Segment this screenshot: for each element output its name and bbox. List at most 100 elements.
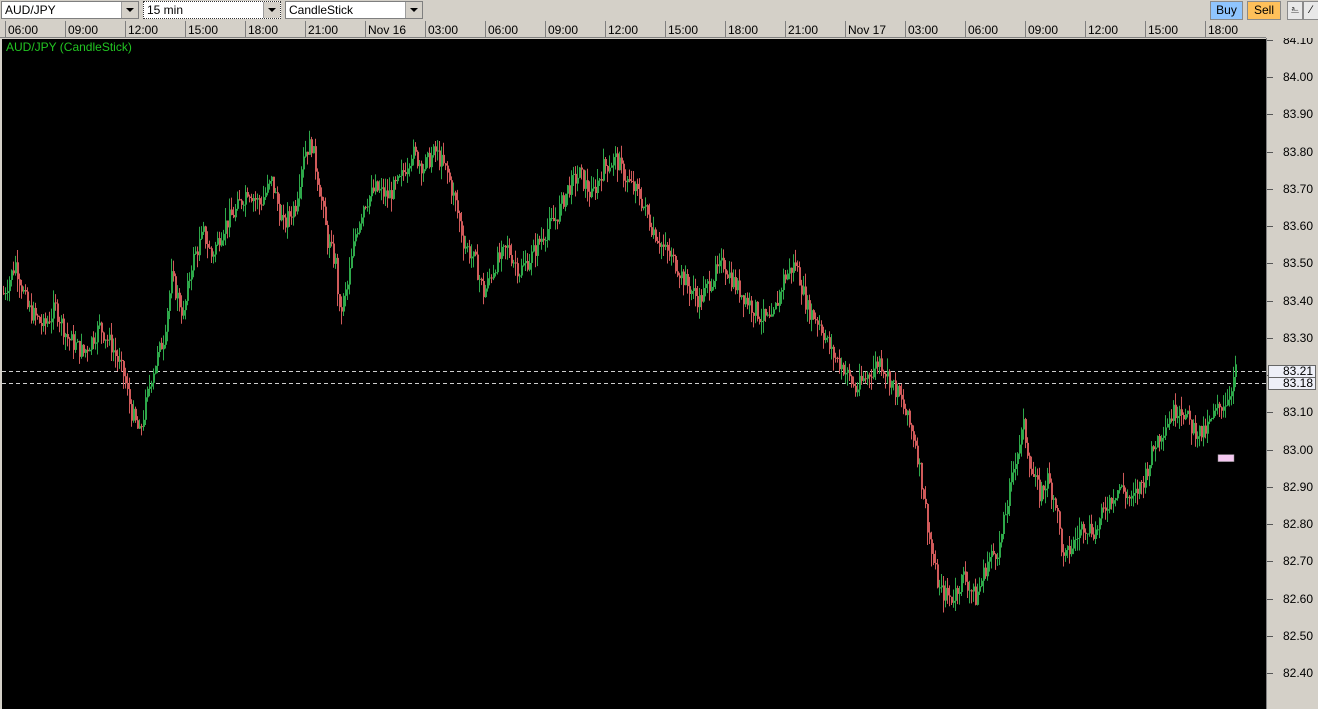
candle-body bbox=[999, 542, 1001, 558]
candle-body bbox=[1017, 453, 1019, 465]
candle-body bbox=[479, 278, 481, 280]
candle-body bbox=[659, 243, 661, 247]
candle-body bbox=[937, 564, 939, 588]
time-tick bbox=[965, 21, 966, 37]
buy-button[interactable]: Buy bbox=[1210, 1, 1243, 20]
candle-body bbox=[1231, 391, 1233, 397]
candle-body bbox=[625, 180, 627, 183]
candle-body bbox=[413, 146, 415, 159]
indicator-icon[interactable]: ⎁ bbox=[1287, 1, 1303, 20]
candle-body bbox=[933, 553, 935, 564]
candle-body bbox=[407, 168, 409, 175]
candle-body bbox=[707, 281, 709, 284]
candle-body bbox=[259, 198, 261, 205]
candle-body bbox=[987, 561, 989, 577]
candle-body bbox=[679, 275, 681, 279]
chevron-down-icon[interactable] bbox=[263, 2, 280, 18]
candle-body bbox=[343, 295, 345, 312]
chevron-down-icon[interactable] bbox=[121, 2, 138, 18]
candle-body bbox=[1215, 408, 1217, 411]
symbol-select[interactable]: AUD/JPY bbox=[1, 1, 139, 19]
candle-body bbox=[483, 280, 485, 298]
candle-body bbox=[131, 404, 133, 421]
candle-body bbox=[797, 266, 799, 268]
candle-body bbox=[161, 342, 163, 350]
candle-body bbox=[555, 219, 557, 222]
candle-body bbox=[271, 176, 273, 181]
candle-body bbox=[237, 199, 239, 209]
candle-body bbox=[837, 357, 839, 359]
candle-body bbox=[19, 279, 21, 286]
candle-body bbox=[855, 385, 857, 393]
chevron-down-icon[interactable] bbox=[405, 2, 422, 18]
candle-body bbox=[821, 324, 823, 334]
candle-body bbox=[1123, 485, 1125, 492]
time-tick bbox=[545, 21, 546, 37]
candle-body bbox=[559, 203, 561, 222]
candle-body bbox=[409, 165, 411, 169]
candle-body bbox=[593, 186, 595, 189]
candle-body bbox=[1207, 421, 1209, 434]
candle-body bbox=[185, 300, 187, 311]
candle-body bbox=[215, 244, 217, 255]
candle-body bbox=[527, 261, 529, 270]
candle-body bbox=[61, 318, 63, 324]
candle-body bbox=[445, 163, 447, 166]
candle-body bbox=[975, 586, 977, 605]
candle-body bbox=[359, 223, 361, 233]
candle-body bbox=[949, 595, 951, 597]
candle-body bbox=[979, 586, 981, 592]
candle-body bbox=[731, 272, 733, 288]
candle-body bbox=[263, 197, 265, 205]
candle-body bbox=[515, 262, 517, 264]
candle-body bbox=[535, 245, 537, 256]
price-tick bbox=[1267, 449, 1273, 451]
candle-body bbox=[1009, 482, 1011, 506]
candle-body bbox=[513, 262, 515, 264]
candle-body bbox=[985, 567, 987, 577]
candle-body bbox=[1087, 533, 1089, 535]
candle-body bbox=[667, 244, 669, 251]
candle-body bbox=[497, 252, 499, 273]
candle-body bbox=[337, 257, 339, 295]
candle-body bbox=[1043, 485, 1045, 491]
candle-body bbox=[701, 295, 703, 302]
draw-line-icon[interactable]: ∕ bbox=[1303, 1, 1318, 20]
candle-body bbox=[349, 268, 351, 285]
candle-body bbox=[1161, 437, 1163, 442]
candle-body bbox=[635, 183, 637, 192]
candle-body bbox=[491, 277, 493, 279]
candle-body bbox=[1173, 404, 1175, 421]
candle-body bbox=[1063, 552, 1065, 556]
candle-body bbox=[545, 240, 547, 242]
time-tick-label: 12:00 bbox=[1088, 23, 1119, 37]
sell-button[interactable]: Sell bbox=[1247, 1, 1281, 20]
candle-body bbox=[1041, 485, 1043, 502]
candle-body bbox=[217, 238, 219, 245]
candle-body bbox=[333, 243, 335, 264]
candle-body bbox=[745, 297, 747, 305]
candle-body bbox=[529, 262, 531, 270]
candle-body bbox=[503, 245, 505, 247]
candle-body bbox=[687, 273, 689, 287]
candle-body bbox=[1153, 446, 1155, 450]
symbol-value: AUD/JPY bbox=[5, 3, 56, 17]
candle-body bbox=[121, 359, 123, 362]
candle-body bbox=[329, 241, 331, 248]
candle-body bbox=[293, 205, 295, 218]
candle-body bbox=[23, 290, 25, 292]
interval-select[interactable]: 15 min bbox=[143, 1, 281, 19]
candle-body bbox=[73, 334, 75, 350]
candle-body bbox=[621, 157, 623, 164]
time-tick-label: 15:00 bbox=[188, 23, 219, 37]
candle-body bbox=[995, 554, 997, 559]
price-tick bbox=[1267, 226, 1273, 228]
candle-body bbox=[317, 171, 319, 185]
candle-body bbox=[1177, 415, 1179, 419]
time-tick-label: 15:00 bbox=[1148, 23, 1179, 37]
price-tick-label: 83.70 bbox=[1283, 181, 1314, 196]
chart-title: AUD/JPY (CandleStick) bbox=[6, 40, 132, 54]
chart-type-select[interactable]: CandleStick bbox=[285, 1, 423, 19]
candle-body bbox=[711, 286, 713, 292]
chart-plot-area[interactable]: AUD/JPY (CandleStick) bbox=[2, 39, 1266, 709]
